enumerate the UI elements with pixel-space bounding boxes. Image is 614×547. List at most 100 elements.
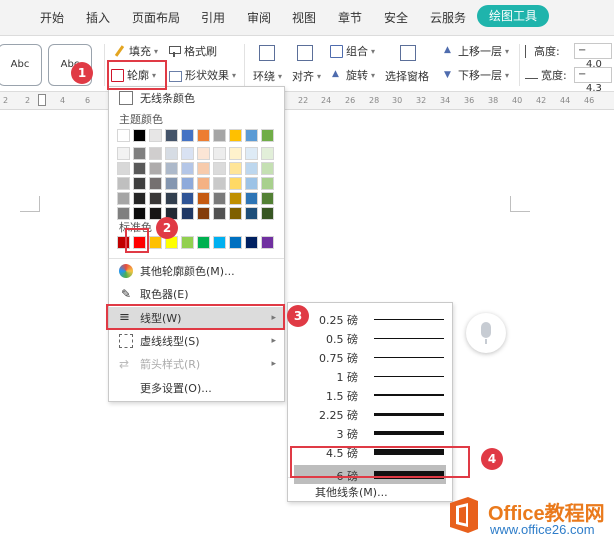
theme-color-swatch[interactable]: [117, 129, 130, 142]
theme-color-swatch[interactable]: [133, 129, 146, 142]
tab-page-layout[interactable]: 页面布局: [132, 9, 180, 26]
theme-color-swatch[interactable]: [181, 129, 194, 142]
theme-color-swatch[interactable]: [213, 129, 226, 142]
line-weight-option[interactable]: 3 磅: [288, 423, 452, 442]
theme-color-swatch[interactable]: [261, 162, 274, 175]
theme-color-swatch[interactable]: [229, 162, 242, 175]
theme-color-swatch[interactable]: [197, 192, 210, 205]
tab-cloud-service[interactable]: 云服务: [430, 9, 466, 26]
theme-color-swatch[interactable]: [261, 207, 274, 220]
theme-color-swatch[interactable]: [229, 147, 242, 160]
theme-color-swatch[interactable]: [133, 192, 146, 205]
tab-home[interactable]: 开始: [40, 9, 64, 26]
line-weight-option[interactable]: 1 磅: [288, 366, 452, 385]
eyedropper-item[interactable]: ✎ 取色器(E): [109, 283, 284, 305]
no-line-color-item[interactable]: 无线条颜色: [109, 87, 284, 109]
theme-color-swatch[interactable]: [165, 147, 178, 160]
theme-color-swatch[interactable]: [181, 147, 194, 160]
more-outline-colors-item[interactable]: 其他轮廓颜色(M)...: [109, 260, 284, 282]
standard-color-swatch[interactable]: [181, 236, 194, 249]
theme-color-swatch[interactable]: [261, 177, 274, 190]
align-button[interactable]: 对齐 ▾: [292, 68, 321, 84]
theme-color-swatch[interactable]: [117, 177, 130, 190]
tab-view[interactable]: 视图: [292, 9, 316, 26]
line-weight-option[interactable]: 2.25 磅: [288, 404, 452, 423]
theme-color-swatch[interactable]: [165, 129, 178, 142]
send-backward-button[interactable]: 下移一层 ▾: [442, 67, 509, 83]
theme-color-swatch[interactable]: [165, 162, 178, 175]
decrement-icon[interactable]: −: [578, 69, 586, 80]
theme-color-swatch[interactable]: [229, 207, 242, 220]
theme-color-swatch[interactable]: [133, 147, 146, 160]
horizontal-ruler[interactable]: 2246810121416182022242628303234363840424…: [0, 92, 614, 110]
theme-color-swatch[interactable]: [181, 162, 194, 175]
width-input[interactable]: − 4.3: [574, 67, 612, 94]
standard-color-swatch[interactable]: [261, 236, 274, 249]
theme-color-swatch[interactable]: [197, 147, 210, 160]
shape-effects-button[interactable]: 形状效果 ▾: [169, 67, 236, 83]
more-lines-item[interactable]: 其他线条(M)...: [315, 484, 388, 500]
theme-color-swatch[interactable]: [133, 177, 146, 190]
line-weight-option[interactable]: 0.5 磅: [288, 328, 452, 347]
line-weight-option[interactable]: 1.5 磅: [288, 385, 452, 404]
standard-color-swatch[interactable]: [229, 236, 242, 249]
theme-color-swatch[interactable]: [149, 177, 162, 190]
theme-color-swatch[interactable]: [181, 192, 194, 205]
theme-color-swatch[interactable]: [149, 192, 162, 205]
theme-color-swatch[interactable]: [197, 129, 210, 142]
theme-color-swatch[interactable]: [245, 177, 258, 190]
standard-color-swatch[interactable]: [149, 236, 162, 249]
theme-color-swatch[interactable]: [213, 147, 226, 160]
theme-color-swatch[interactable]: [213, 177, 226, 190]
group-button[interactable]: 组合 ▾: [330, 43, 375, 59]
theme-color-swatch[interactable]: [229, 192, 242, 205]
selection-pane-button[interactable]: 选择窗格: [385, 68, 429, 84]
theme-color-swatch[interactable]: [181, 177, 194, 190]
tab-drawing-tools[interactable]: 绘图工具: [477, 5, 550, 27]
theme-color-swatch[interactable]: [197, 177, 210, 190]
wrap-button[interactable]: 环绕 ▾: [253, 68, 282, 84]
theme-color-swatch[interactable]: [229, 177, 242, 190]
fill-button[interactable]: 填充 ▾: [113, 43, 158, 59]
tab-section[interactable]: 章节: [338, 9, 362, 26]
dash-type-item[interactable]: 虚线线型(S) ▸: [109, 330, 284, 352]
theme-color-swatch[interactable]: [181, 207, 194, 220]
standard-color-swatch[interactable]: [213, 236, 226, 249]
theme-color-swatch[interactable]: [213, 207, 226, 220]
theme-color-swatch[interactable]: [213, 162, 226, 175]
voice-input-icon[interactable]: [466, 313, 506, 353]
shape-style-preset-1[interactable]: Abc: [0, 44, 42, 86]
theme-color-swatch[interactable]: [213, 192, 226, 205]
decrement-icon[interactable]: −: [578, 45, 586, 56]
format-painter-button[interactable]: 格式刷: [168, 43, 217, 59]
theme-color-swatch[interactable]: [197, 162, 210, 175]
theme-color-swatch[interactable]: [117, 192, 130, 205]
bring-forward-button[interactable]: 上移一层 ▾: [442, 43, 509, 59]
theme-color-swatch[interactable]: [261, 129, 274, 142]
theme-color-swatch[interactable]: [245, 129, 258, 142]
theme-color-swatch[interactable]: [165, 177, 178, 190]
line-weight-option[interactable]: 0.25 磅: [288, 309, 452, 328]
theme-color-swatch[interactable]: [117, 162, 130, 175]
indent-marker[interactable]: [38, 94, 46, 106]
theme-color-swatch[interactable]: [245, 207, 258, 220]
theme-color-swatch[interactable]: [197, 207, 210, 220]
theme-color-swatch[interactable]: [149, 162, 162, 175]
theme-color-swatch[interactable]: [245, 192, 258, 205]
more-settings-item[interactable]: 更多设置(O)...: [109, 377, 284, 399]
theme-color-swatch[interactable]: [245, 162, 258, 175]
tab-insert[interactable]: 插入: [86, 9, 110, 26]
theme-color-swatch[interactable]: [245, 147, 258, 160]
tab-references[interactable]: 引用: [201, 9, 225, 26]
standard-color-swatch[interactable]: [197, 236, 210, 249]
theme-color-swatch[interactable]: [229, 129, 242, 142]
height-input[interactable]: − 4.0: [574, 43, 612, 70]
theme-color-swatch[interactable]: [117, 147, 130, 160]
theme-color-swatch[interactable]: [165, 192, 178, 205]
rotate-button[interactable]: 旋转 ▾: [330, 67, 375, 83]
standard-color-swatch[interactable]: [245, 236, 258, 249]
theme-color-swatch[interactable]: [261, 147, 274, 160]
theme-color-swatch[interactable]: [149, 129, 162, 142]
theme-color-swatch[interactable]: [261, 192, 274, 205]
tab-security[interactable]: 安全: [384, 9, 408, 26]
